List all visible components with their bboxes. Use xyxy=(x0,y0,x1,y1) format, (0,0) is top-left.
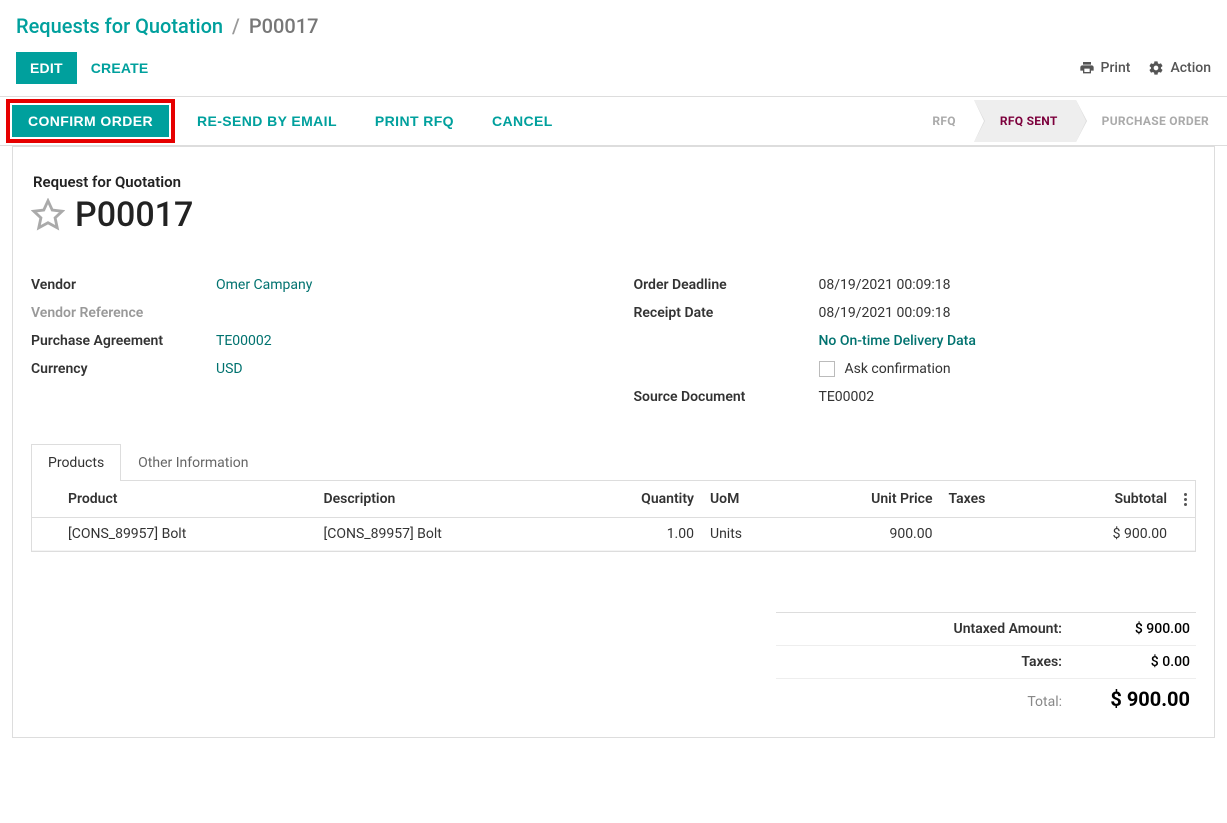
resend-email-button[interactable]: RE-SEND BY EMAIL xyxy=(181,105,353,137)
confirm-order-button[interactable]: CONFIRM ORDER xyxy=(12,105,169,137)
order-deadline-value: 08/19/2021 00:09:18 xyxy=(819,277,951,293)
untaxed-amount-value: $ 900.00 xyxy=(1100,621,1190,637)
action-menu[interactable]: Action xyxy=(1148,60,1211,76)
total-value: $ 900.00 xyxy=(1100,687,1190,711)
cell-description: [CONS_89957] Bolt xyxy=(316,518,572,551)
tabs: Products Other Information xyxy=(31,443,1196,481)
untaxed-amount-label: Untaxed Amount: xyxy=(954,621,1063,637)
no-ontime-delivery[interactable]: No On-time Delivery Data xyxy=(819,333,976,349)
print-menu[interactable]: Print xyxy=(1079,60,1131,76)
taxes-total-value: $ 0.00 xyxy=(1100,654,1190,670)
action-label: Action xyxy=(1170,60,1211,76)
vendor-ref-label: Vendor Reference xyxy=(31,305,216,321)
col-description[interactable]: Description xyxy=(316,481,572,518)
col-product[interactable]: Product xyxy=(60,481,316,518)
form-sheet: Request for Quotation P00017 Vendor Omer… xyxy=(12,146,1215,738)
col-quantity[interactable]: Quantity xyxy=(571,481,702,518)
col-taxes[interactable]: Taxes xyxy=(941,481,1042,518)
breadcrumb-sep: / xyxy=(232,14,240,38)
tab-other-information[interactable]: Other Information xyxy=(121,444,265,481)
products-table-wrap: Product Description Quantity UoM Unit Pr… xyxy=(31,481,1196,552)
breadcrumb-current: P00017 xyxy=(249,14,319,38)
sheet-subtitle: Request for Quotation xyxy=(31,173,1196,191)
receipt-date-value: 08/19/2021 00:09:18 xyxy=(819,305,951,321)
currency-label: Currency xyxy=(31,361,216,377)
vendor-label: Vendor xyxy=(31,277,216,293)
receipt-date-label: Receipt Date xyxy=(634,305,819,321)
top-actions: EDIT CREATE Print Action xyxy=(0,46,1227,96)
total-label: Total: xyxy=(1027,694,1062,710)
tab-products[interactable]: Products xyxy=(31,444,121,481)
statusbar: CONFIRM ORDER RE-SEND BY EMAIL PRINT RFQ… xyxy=(0,96,1227,146)
cell-qty: 1.00 xyxy=(571,518,702,551)
breadcrumb-parent[interactable]: Requests for Quotation xyxy=(16,14,223,38)
stage-rfq-sent[interactable]: RFQ SENT xyxy=(974,100,1076,142)
col-uom[interactable]: UoM xyxy=(702,481,793,518)
products-table: Product Description Quantity UoM Unit Pr… xyxy=(32,481,1195,551)
vendor-value[interactable]: Omer Campany xyxy=(216,277,312,293)
stage-rfq[interactable]: RFQ xyxy=(906,100,973,142)
highlight-box: CONFIRM ORDER xyxy=(6,99,175,143)
ask-confirmation-checkbox[interactable] xyxy=(819,361,835,377)
cancel-button[interactable]: CANCEL xyxy=(476,105,569,137)
sheet-title: P00017 xyxy=(75,195,193,235)
cell-unit-price: 900.00 xyxy=(793,518,940,551)
star-icon[interactable] xyxy=(31,198,65,232)
stage-purchase-order[interactable]: PURCHASE ORDER xyxy=(1076,100,1227,142)
table-row[interactable]: [CONS_89957] Bolt [CONS_89957] Bolt 1.00… xyxy=(32,518,1195,551)
totals: Untaxed Amount: $ 900.00 Taxes: $ 0.00 T… xyxy=(31,612,1196,719)
print-rfq-button[interactable]: PRINT RFQ xyxy=(359,105,470,137)
gear-icon xyxy=(1148,60,1164,76)
order-deadline-label: Order Deadline xyxy=(634,277,819,293)
print-label: Print xyxy=(1101,60,1131,76)
currency-value[interactable]: USD xyxy=(216,361,243,377)
cell-uom: Units xyxy=(702,518,793,551)
source-document-label: Source Document xyxy=(634,389,819,405)
cell-subtotal: $ 900.00 xyxy=(1041,518,1175,551)
edit-button[interactable]: EDIT xyxy=(16,52,77,84)
cell-taxes xyxy=(941,518,1042,551)
source-document-value: TE00002 xyxy=(819,389,875,405)
purchase-agreement-label: Purchase Agreement xyxy=(31,333,216,349)
purchase-agreement-value[interactable]: TE00002 xyxy=(216,333,272,349)
col-subtotal[interactable]: Subtotal xyxy=(1041,481,1175,518)
cell-product: [CONS_89957] Bolt xyxy=(60,518,316,551)
print-icon xyxy=(1079,60,1095,76)
ask-confirmation-label: Ask confirmation xyxy=(845,361,951,377)
breadcrumb: Requests for Quotation / P00017 xyxy=(0,0,1227,46)
kebab-icon[interactable] xyxy=(1183,493,1187,506)
taxes-total-label: Taxes: xyxy=(1021,654,1062,670)
col-unit-price[interactable]: Unit Price xyxy=(793,481,940,518)
create-button[interactable]: CREATE xyxy=(77,52,163,84)
